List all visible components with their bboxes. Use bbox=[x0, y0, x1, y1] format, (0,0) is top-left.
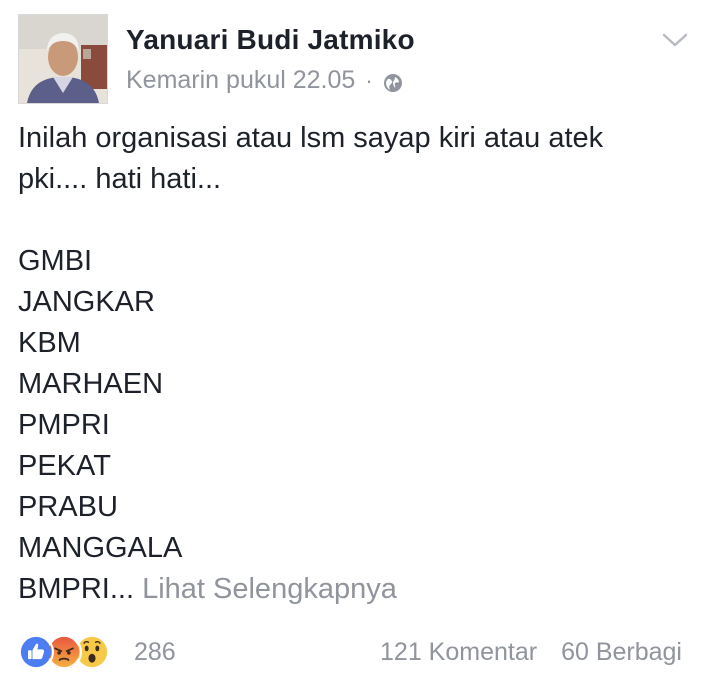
reaction-icons[interactable] bbox=[18, 634, 110, 670]
list-item: MARHAEN bbox=[18, 368, 164, 400]
list-item: PRABU bbox=[18, 491, 118, 523]
see-more-link[interactable]: Lihat Selengkapnya bbox=[142, 573, 397, 605]
post-footer: 286 121 Komentar 60 Berbagi bbox=[18, 630, 690, 676]
post-stats: 121 Komentar 60 Berbagi bbox=[380, 638, 682, 667]
reaction-count[interactable]: 286 bbox=[134, 638, 176, 667]
like-icon bbox=[18, 634, 54, 670]
post-text-line: Inilah organisasi atau lsm sayap kiri at… bbox=[18, 122, 604, 154]
last-item-text: BMPRI... bbox=[18, 573, 135, 605]
list-item: JANGKAR bbox=[18, 286, 155, 318]
post-text-line: pki.... hati hati... bbox=[18, 163, 222, 195]
list-item: KBM bbox=[18, 327, 81, 359]
list-item: MANGGALA bbox=[18, 532, 183, 564]
list-item-last: BMPRI... Lihat Selengkapnya bbox=[18, 569, 688, 610]
list-item: PMPRI bbox=[18, 409, 110, 441]
post-body: Inilah organisasi atau lsm sayap kiri at… bbox=[18, 118, 688, 610]
post-header: Yanuari Budi Jatmiko Kemarin pukul 22.05… bbox=[18, 14, 690, 106]
post-meta: Kemarin pukul 22.05 · bbox=[126, 66, 403, 95]
list-item: GMBI bbox=[18, 245, 93, 277]
avatar[interactable] bbox=[18, 14, 108, 104]
list-item: PEKAT bbox=[18, 450, 111, 482]
post-timestamp[interactable]: Kemarin pukul 22.05 bbox=[126, 66, 355, 95]
shares-count[interactable]: 60 Berbagi bbox=[561, 638, 682, 667]
comments-count[interactable]: 121 Komentar bbox=[380, 638, 537, 667]
author-name[interactable]: Yanuari Budi Jatmiko bbox=[126, 24, 415, 56]
globe-icon[interactable] bbox=[383, 71, 403, 92]
meta-separator: · bbox=[365, 67, 373, 93]
avatar-photo bbox=[19, 15, 107, 103]
chevron-down-icon[interactable] bbox=[660, 28, 690, 52]
